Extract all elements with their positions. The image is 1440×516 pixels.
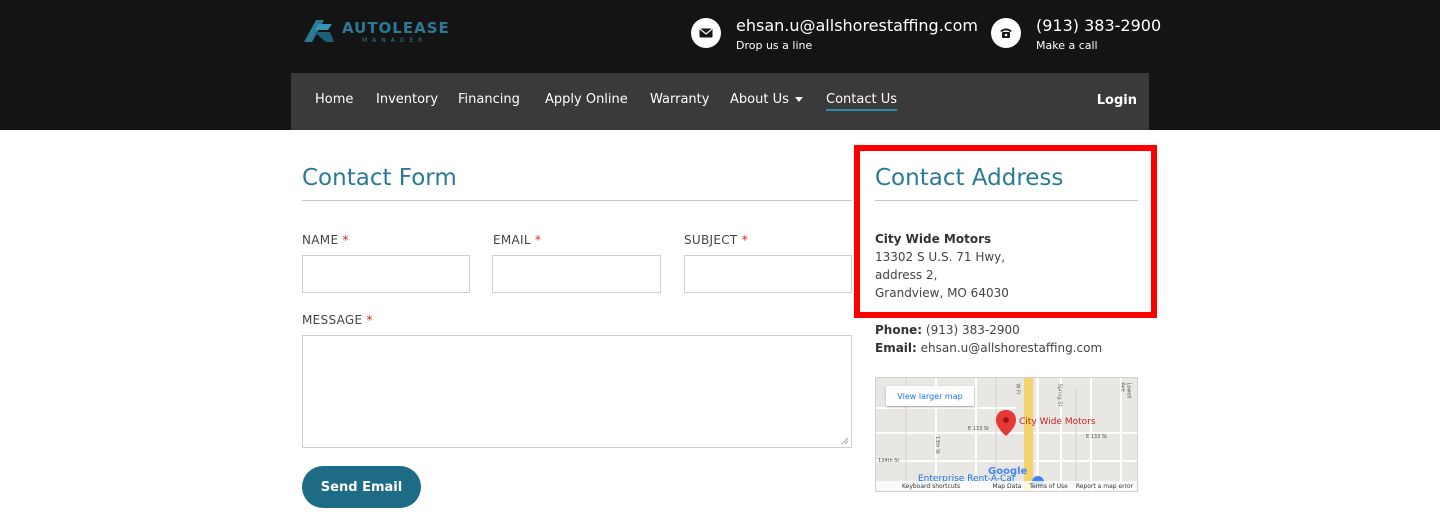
- map-street-label: Lowell Ave: [1119, 382, 1132, 399]
- map-street-label: 13th St: [934, 435, 941, 455]
- map-street-label: E 133 St: [968, 426, 990, 432]
- phone-icon: [991, 18, 1021, 48]
- contact-address-title: Contact Address: [875, 165, 1064, 191]
- nav-about-us[interactable]: About Us: [730, 92, 803, 107]
- company-name: City Wide Motors: [875, 232, 992, 246]
- map-footer: Keyboard shortcuts Map Data Terms of Use…: [876, 481, 1137, 491]
- map-street-label: W Fr: [1014, 383, 1021, 395]
- google-logo: Google: [988, 466, 1028, 477]
- email-label-address: Email:: [875, 341, 917, 355]
- required-mark: *: [741, 233, 749, 247]
- header-email-address[interactable]: ehsan.u@allshorestaffing.com: [736, 16, 978, 36]
- subject-field[interactable]: [684, 255, 852, 293]
- name-label: NAME *: [302, 233, 349, 247]
- header-phone[interactable]: (913) 383-2900 Make a call: [991, 16, 1161, 56]
- chevron-down-icon: [794, 97, 803, 102]
- nav-financing[interactable]: Financing: [458, 92, 520, 107]
- email-label-text: EMAIL: [493, 233, 531, 247]
- email-value[interactable]: ehsan.u@allshorestaffing.com: [921, 341, 1102, 355]
- address-line-2: address 2,: [875, 268, 938, 282]
- location-map[interactable]: View larger map City Wide Motors E 133 S…: [875, 377, 1138, 492]
- nav-contact-us[interactable]: Contact Us: [826, 92, 897, 111]
- message-label-text: MESSAGE: [302, 313, 363, 327]
- required-mark: *: [366, 313, 373, 327]
- address-city: Grandview, MO 64030: [875, 286, 1009, 300]
- map-keyboard-shortcuts[interactable]: Keyboard shortcuts: [902, 483, 960, 490]
- map-terms-link[interactable]: Terms of Use: [1029, 483, 1067, 490]
- site-logo[interactable]: AUTOLEASE MANAGER: [302, 18, 462, 48]
- logo-tagline: MANAGER: [362, 37, 428, 44]
- map-street-label: Spring St: [1056, 383, 1063, 407]
- nav-about-us-label: About Us: [730, 92, 789, 107]
- nav-home[interactable]: Home: [315, 92, 353, 107]
- map-report-error-link[interactable]: Report a map error: [1076, 483, 1133, 490]
- name-label-text: NAME: [302, 233, 339, 247]
- header-phone-number[interactable]: (913) 383-2900: [1036, 16, 1161, 36]
- logo-text: AUTOLEASE: [342, 19, 450, 37]
- resize-grip-icon[interactable]: [841, 437, 849, 445]
- site-header: AUTOLEASE MANAGER ehsan.u@allshorestaffi…: [0, 0, 1440, 130]
- contact-form-divider: [302, 200, 852, 201]
- map-street-label: 134th St: [878, 458, 900, 464]
- message-field[interactable]: [302, 335, 852, 448]
- address-email: Email: ehsan.u@allshorestaffing.com: [875, 339, 1102, 357]
- subject-label: SUBJECT *: [684, 233, 748, 247]
- subject-label-text: SUBJECT: [684, 233, 738, 247]
- view-larger-map-link[interactable]: View larger map: [886, 386, 974, 406]
- envelope-icon: [691, 18, 721, 48]
- email-field[interactable]: [492, 255, 661, 293]
- nav-apply-online[interactable]: Apply Online: [545, 92, 628, 107]
- nav-inventory[interactable]: Inventory: [376, 92, 438, 107]
- map-data-link[interactable]: Map Data: [992, 483, 1021, 490]
- name-field[interactable]: [302, 255, 470, 293]
- message-label: MESSAGE *: [302, 313, 373, 327]
- contact-form-title: Contact Form: [302, 165, 457, 191]
- main-navbar: Home Inventory Financing Apply Online Wa…: [291, 73, 1149, 130]
- contact-address-divider: [875, 200, 1138, 201]
- phone-label: Phone:: [875, 323, 923, 337]
- phone-value[interactable]: (913) 383-2900: [926, 323, 1020, 337]
- map-street-label: E 133 St: [1086, 434, 1108, 440]
- map-marker-label: City Wide Motors: [1019, 417, 1096, 427]
- email-label: EMAIL *: [493, 233, 541, 247]
- address-phone: Phone: (913) 383-2900: [875, 321, 1020, 339]
- required-mark: *: [535, 233, 542, 247]
- header-email[interactable]: ehsan.u@allshorestaffing.com Drop us a l…: [691, 16, 978, 56]
- logo-mark-icon: [304, 20, 334, 42]
- header-phone-caption: Make a call: [1036, 39, 1098, 52]
- send-email-button[interactable]: Send Email: [302, 466, 421, 508]
- header-email-caption: Drop us a line: [736, 39, 813, 52]
- required-mark: *: [342, 233, 349, 247]
- nav-warranty[interactable]: Warranty: [650, 92, 709, 107]
- address-street: 13302 S U.S. 71 Hwy,: [875, 250, 1006, 264]
- login-link[interactable]: Login: [1097, 93, 1137, 108]
